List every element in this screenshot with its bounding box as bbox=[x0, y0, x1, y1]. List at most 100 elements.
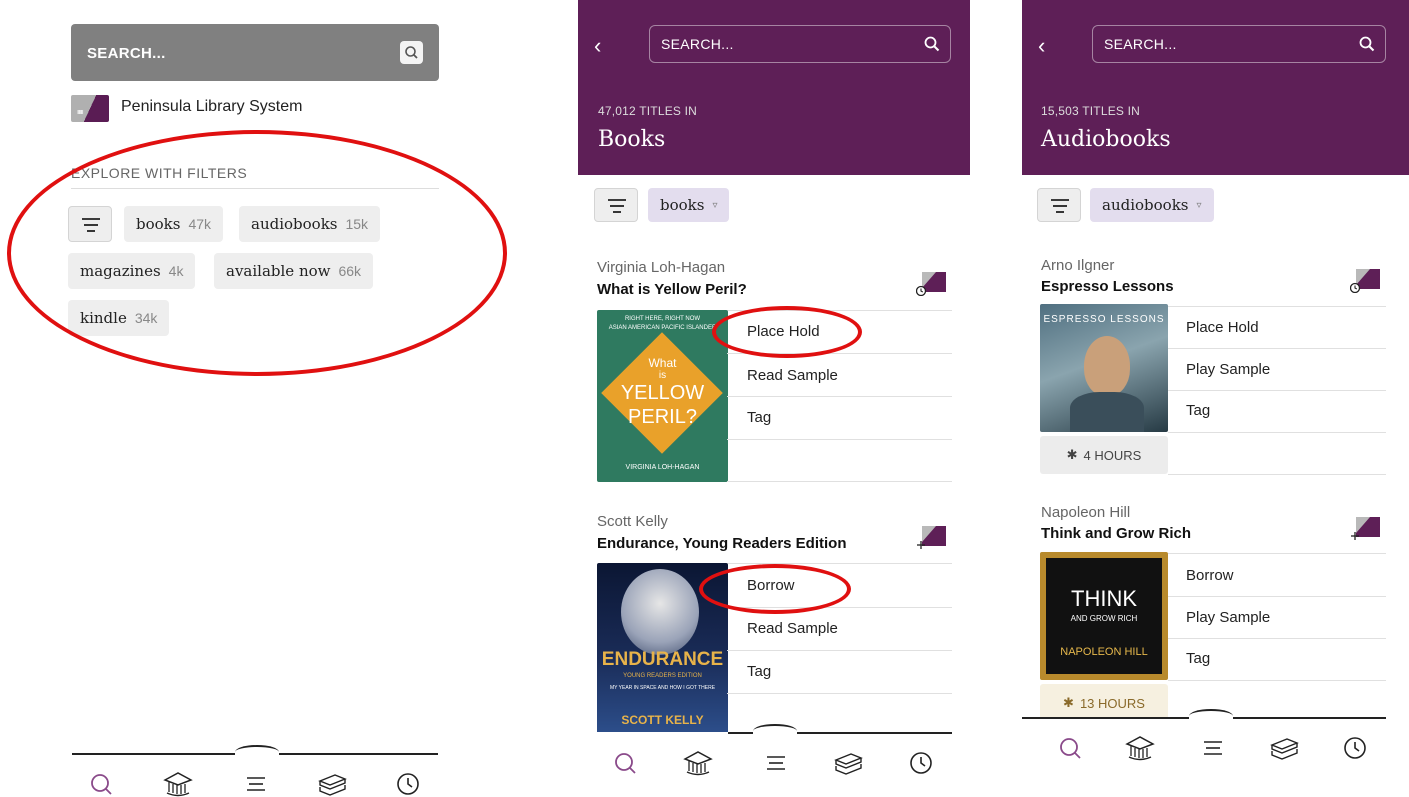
search-button[interactable] bbox=[400, 41, 423, 64]
search-bar[interactable]: SEARCH... bbox=[71, 24, 439, 81]
book-title[interactable]: Endurance, Young Readers Edition bbox=[597, 535, 847, 552]
cover-shirt bbox=[1070, 392, 1144, 432]
play-sample-button[interactable]: Play Sample bbox=[1186, 609, 1270, 626]
duration-text: 4 HOURS bbox=[1083, 447, 1142, 463]
audiobook-cover[interactable]: THINK AND GROW RICH NAPOLEON HILL bbox=[1040, 552, 1168, 680]
headphones-icon: ✱ bbox=[1066, 447, 1078, 462]
active-filter-chip[interactable]: audiobooks ▿ bbox=[1090, 188, 1214, 222]
search-icon[interactable] bbox=[922, 34, 942, 54]
cover-text: THINK bbox=[1071, 586, 1137, 611]
wait-status-icon[interactable] bbox=[916, 270, 946, 296]
divider bbox=[727, 481, 952, 482]
play-sample-button[interactable]: Play Sample bbox=[1186, 361, 1270, 378]
annotation-circle bbox=[712, 306, 862, 358]
headphones-icon: ✱ bbox=[1063, 695, 1074, 710]
library-logo: ıııııı bbox=[71, 95, 109, 122]
divider bbox=[727, 650, 952, 651]
cover-text: is bbox=[658, 370, 667, 381]
clock-icon[interactable] bbox=[391, 767, 425, 797]
cover-text: RIGHT HERE, RIGHT NOW bbox=[624, 316, 701, 322]
place-hold-button[interactable]: Place Hold bbox=[1186, 319, 1259, 336]
cover-text: SCOTT KELLY bbox=[621, 713, 704, 727]
bottom-nav bbox=[0, 745, 510, 797]
cover-text: YOUNG READERS EDITION bbox=[623, 673, 702, 679]
page-title: Books bbox=[598, 127, 666, 152]
divider bbox=[1168, 348, 1386, 349]
duration-badge: ✱ 4 HOURS bbox=[1040, 436, 1168, 474]
divider bbox=[727, 693, 952, 694]
book-author[interactable]: Virginia Loh-Hagan bbox=[597, 259, 725, 276]
divider bbox=[1168, 432, 1386, 433]
search-bar[interactable]: SEARCH... bbox=[1092, 25, 1386, 63]
search-icon[interactable] bbox=[84, 767, 118, 797]
book-title[interactable]: What is Yellow Peril? bbox=[597, 281, 747, 298]
book-author[interactable]: Arno Ilgner bbox=[1041, 257, 1114, 274]
clock-icon[interactable] bbox=[1338, 731, 1372, 765]
cover-text: NAPOLEON HILL bbox=[1060, 646, 1148, 658]
tag-button[interactable]: Tag bbox=[747, 409, 771, 426]
book-author[interactable]: Napoleon Hill bbox=[1041, 504, 1130, 521]
audiobooks-panel: ‹ SEARCH... 15,503 TITLES IN Audiobooks … bbox=[1022, 0, 1409, 797]
shelf-icon[interactable] bbox=[831, 746, 865, 780]
search-input[interactable]: SEARCH... bbox=[87, 45, 166, 62]
menu-icon[interactable] bbox=[759, 746, 793, 780]
page-title: Audiobooks bbox=[1041, 127, 1171, 152]
add-status-icon[interactable] bbox=[916, 524, 946, 550]
search-icon[interactable] bbox=[1053, 731, 1087, 765]
filter-button[interactable] bbox=[1037, 188, 1081, 222]
clock-icon[interactable] bbox=[904, 746, 938, 780]
book-title[interactable]: Espresso Lessons bbox=[1041, 278, 1174, 295]
search-bar[interactable]: SEARCH... bbox=[649, 25, 951, 63]
wait-status-icon[interactable] bbox=[1350, 267, 1380, 293]
tag-button[interactable]: Tag bbox=[747, 663, 771, 680]
search-icon[interactable] bbox=[1357, 34, 1377, 54]
library-icon[interactable] bbox=[681, 746, 715, 780]
tag-button[interactable]: Tag bbox=[1186, 650, 1210, 667]
filter-icon bbox=[608, 199, 626, 213]
filter-button[interactable] bbox=[594, 188, 638, 222]
active-filter-chip[interactable]: books ▿ bbox=[648, 188, 730, 222]
library-icon[interactable] bbox=[1123, 731, 1157, 765]
search-input[interactable]: SEARCH... bbox=[661, 36, 734, 52]
add-status-icon[interactable] bbox=[1350, 515, 1380, 541]
filter-chip-label: audiobooks bbox=[1102, 196, 1189, 214]
filter-chip-label: books bbox=[660, 196, 705, 214]
funnel-icon: ▿ bbox=[1196, 199, 1202, 211]
cover-text: AND GROW RICH bbox=[1070, 614, 1138, 623]
menu-icon[interactable] bbox=[239, 767, 273, 797]
search-input[interactable]: SEARCH... bbox=[1104, 36, 1177, 52]
library-icon[interactable] bbox=[161, 767, 195, 797]
cover-astronaut bbox=[621, 569, 699, 655]
divider bbox=[1168, 680, 1386, 681]
explore-panel: SEARCH... ıııııı Peninsula Library Syste… bbox=[0, 0, 510, 797]
borrow-button[interactable]: Borrow bbox=[1186, 567, 1234, 584]
divider bbox=[727, 396, 952, 397]
title-count: 15,503 TITLES IN bbox=[1041, 104, 1141, 118]
tag-button[interactable]: Tag bbox=[1186, 402, 1210, 419]
divider bbox=[1168, 390, 1386, 391]
read-sample-button[interactable]: Read Sample bbox=[747, 620, 838, 637]
annotation-circle bbox=[7, 130, 507, 376]
shelf-icon[interactable] bbox=[315, 767, 349, 797]
book-title[interactable]: Think and Grow Rich bbox=[1041, 525, 1191, 542]
cover-text: ASIAN AMERICAN PACIFIC ISLANDER bbox=[608, 325, 717, 331]
annotation-circle bbox=[699, 564, 851, 614]
search-icon bbox=[405, 46, 418, 59]
search-icon[interactable] bbox=[608, 746, 642, 780]
books-panel: ‹ SEARCH... 47,012 TITLES IN Books books… bbox=[578, 0, 970, 797]
divider bbox=[1168, 474, 1386, 475]
book-author[interactable]: Scott Kelly bbox=[597, 513, 668, 530]
back-icon[interactable]: ‹ bbox=[594, 33, 601, 59]
audiobook-cover[interactable]: ESPRESSO LESSONS bbox=[1040, 304, 1168, 432]
duration-text: 13 HOURS bbox=[1079, 695, 1145, 711]
book-cover[interactable]: RIGHT HERE, RIGHT NOW ASIAN AMERICAN PAC… bbox=[597, 310, 728, 482]
back-icon[interactable]: ‹ bbox=[1038, 33, 1045, 59]
read-sample-button[interactable]: Read Sample bbox=[747, 367, 838, 384]
library-name: Peninsula Library System bbox=[121, 98, 303, 115]
cover-text: ENDURANCE bbox=[601, 649, 724, 670]
title-count: 47,012 TITLES IN bbox=[598, 104, 698, 118]
nav-bump bbox=[235, 745, 279, 759]
shelf-icon[interactable] bbox=[1267, 731, 1301, 765]
filter-icon bbox=[1051, 199, 1069, 213]
menu-icon[interactable] bbox=[1196, 731, 1230, 765]
